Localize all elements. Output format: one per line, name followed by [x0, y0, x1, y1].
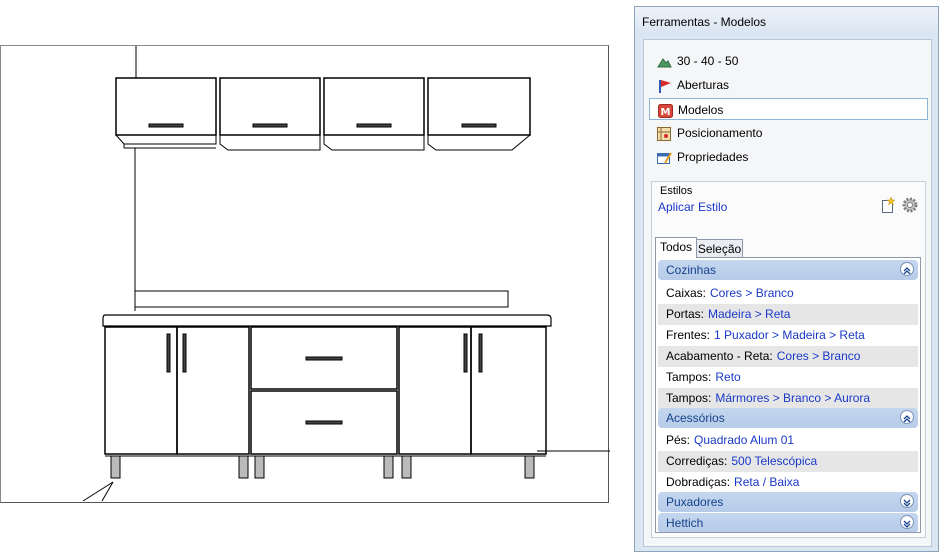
nav-item-aberturas[interactable]: Aberturas [649, 74, 928, 96]
nav-item-modelos[interactable]: M Modelos [649, 98, 928, 120]
nav-item-label: Modelos [678, 103, 724, 117]
list-item: Corrediças: 500 Telescópica [658, 451, 918, 472]
row-value-link[interactable]: 500 Telescópica [731, 454, 817, 468]
gear-icon[interactable] [901, 196, 919, 214]
group-title: Acessórios [666, 411, 725, 425]
row-key: Caixas: [666, 286, 707, 300]
styles-groupbox: Estilos Aplicar Estilo Todos Seleção Coz… [651, 181, 926, 538]
flag-icon [657, 78, 672, 93]
group-header-cozinhas[interactable]: Cozinhas [658, 260, 918, 280]
row-key: Tampos: [666, 391, 712, 405]
expand-icon[interactable] [900, 515, 914, 529]
row-key: Corrediças: [666, 454, 728, 468]
group-header-puxadores[interactable]: Puxadores [658, 492, 918, 512]
nav-item-label: Posicionamento [677, 126, 763, 140]
row-key: Acabamento - Reta: [666, 349, 773, 363]
cabinet-feet [110, 455, 535, 479]
nav-item-label: Aberturas [677, 78, 730, 92]
collapse-icon[interactable] [900, 410, 914, 424]
list-item: Frentes: 1 Puxador > Madeira > Reta [658, 325, 918, 346]
terrain-icon [657, 54, 672, 68]
new-style-icon[interactable] [879, 196, 897, 214]
row-key: Pés: [666, 433, 691, 447]
row-value-link[interactable]: Cores > Branco [710, 286, 794, 300]
tools-panel: Ferramentas - Modelos 30 - 40 - 50 Abert… [634, 6, 939, 552]
model-icon: M [658, 103, 673, 118]
list-item: Dobradiças: Reta / Baixa [658, 472, 918, 493]
panel-title: Ferramentas - Modelos [635, 7, 938, 35]
group-header-hettich[interactable]: Hettich [658, 513, 918, 532]
row-value-link[interactable]: Reta / Baixa [734, 475, 799, 489]
tab-selecao[interactable]: Seleção [696, 239, 743, 258]
styles-list: Cozinhas Caixas: Cores > Branco Portas: Ma… [655, 257, 921, 533]
row-value-link[interactable]: Madeira > Reta [708, 307, 790, 321]
group-header-acessorios[interactable]: Acessórios [658, 408, 918, 428]
row-key: Frentes: [666, 328, 711, 342]
nav-item-label: Propriedades [677, 150, 749, 164]
model-viewport[interactable] [0, 45, 610, 503]
panel-body: 30 - 40 - 50 Aberturas M Modelos Posicio… [643, 39, 932, 547]
group-title: Puxadores [666, 495, 724, 509]
row-key: Tampos: [666, 370, 712, 384]
apply-style-link[interactable]: Aplicar Estilo [658, 200, 727, 214]
styles-legend: Estilos [660, 185, 693, 197]
list-item: Tampos: Reto [658, 367, 918, 388]
nav-item-label: 30 - 40 - 50 [677, 54, 739, 68]
positioning-icon [657, 126, 672, 141]
row-value-link[interactable]: 1 Puxador > Madeira > Reta [714, 328, 865, 342]
list-item: Acabamento - Reta: Cores > Branco [658, 346, 918, 367]
row-value-link[interactable]: Mármores > Branco > Aurora [715, 391, 870, 405]
svg-text:M: M [661, 107, 671, 118]
kitchen-drawing [82, 46, 610, 502]
upper-cabinets [115, 77, 531, 151]
tab-todos[interactable]: Todos [655, 237, 697, 258]
row-key: Dobradiças: [666, 475, 731, 489]
list-item: Portas: Madeira > Reta [658, 304, 918, 325]
collapse-icon[interactable] [900, 262, 914, 276]
expand-icon[interactable] [900, 494, 914, 508]
list-item: Pés: Quadrado Alum 01 [658, 430, 918, 451]
nav-item-propriedades[interactable]: Propriedades [649, 146, 928, 168]
nav-item-30-40-50[interactable]: 30 - 40 - 50 [649, 50, 928, 72]
row-value-link[interactable]: Reto [715, 370, 740, 384]
list-item: Caixas: Cores > Branco [658, 283, 918, 304]
list-item: Tampos: Mármores > Branco > Aurora [658, 388, 918, 409]
nav-item-posicionamento[interactable]: Posicionamento [649, 122, 928, 144]
group-title: Cozinhas [666, 263, 717, 277]
properties-icon [657, 150, 672, 164]
group-title: Hettich [666, 516, 704, 530]
row-key: Portas: [666, 307, 705, 321]
row-value-link[interactable]: Cores > Branco [777, 349, 861, 363]
row-value-link[interactable]: Quadrado Alum 01 [694, 433, 794, 447]
lower-cabinets [104, 326, 547, 457]
